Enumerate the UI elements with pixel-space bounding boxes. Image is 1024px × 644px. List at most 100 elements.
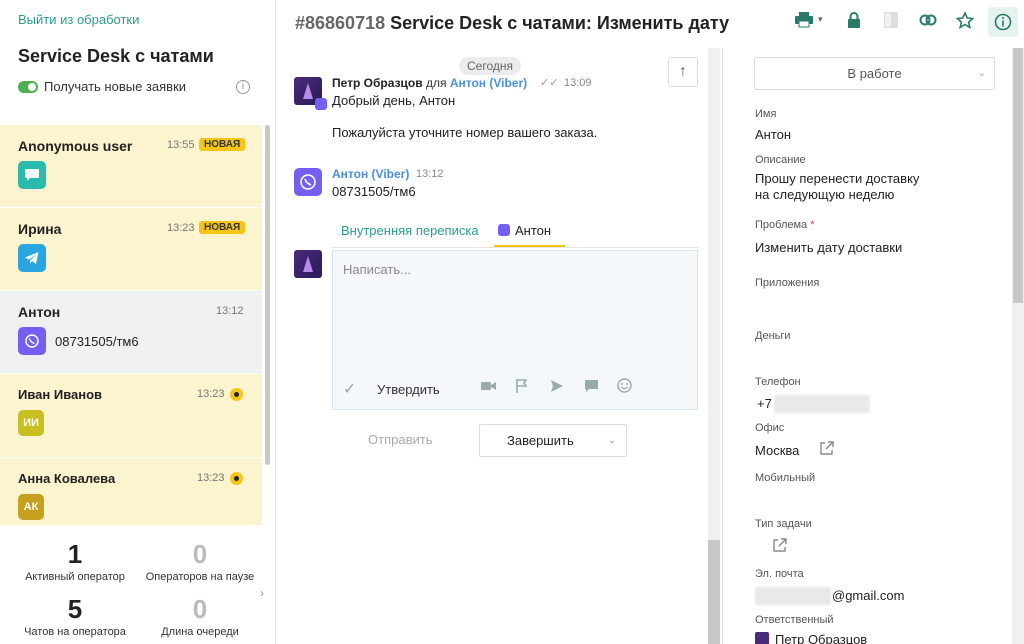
field-label-attachments: Приложения: [755, 277, 820, 289]
avatar: [755, 632, 769, 644]
print-icon[interactable]: [794, 12, 814, 33]
double-check-icon: ✓✓: [540, 77, 559, 89]
chevron-down-icon[interactable]: ⌄: [608, 425, 616, 456]
new-badge: НОВАЯ: [199, 138, 246, 151]
new-badge: НОВАЯ: [199, 221, 246, 234]
link-icon[interactable]: [919, 12, 937, 33]
message-text: 08731505/тм6: [332, 184, 416, 199]
field-label-phone: Телефон: [755, 376, 801, 388]
list-item[interactable]: Anonymous user 13:55 НОВАЯ: [0, 125, 262, 207]
flag-icon[interactable]: [515, 378, 529, 397]
field-label-office: Офис: [755, 422, 785, 434]
stat-label: Операторов на паузе: [145, 571, 255, 583]
date-separator: Сегодня: [459, 57, 521, 75]
info-icon[interactable]: i: [236, 80, 250, 94]
field-label-problem: Проблема *: [755, 219, 815, 231]
receive-new-tickets-row[interactable]: Получать новые заявки: [18, 79, 186, 94]
conversation-list: Anonymous user 13:55 НОВАЯ Ирина 13:23 Н…: [0, 125, 262, 525]
field-label-description: Описание: [755, 154, 806, 166]
info-panel-icon[interactable]: [988, 7, 1018, 37]
item-name: Антон: [18, 304, 61, 320]
send-button[interactable]: Отправить: [368, 432, 432, 447]
stat-label: Активный оператор: [25, 571, 125, 583]
field-label-responsible: Ответственный: [755, 614, 834, 626]
message-text: Добрый день, Антон: [332, 93, 456, 108]
external-link-icon[interactable]: [819, 441, 834, 459]
stat-chats-per-operator: 5 Чатов на оператора: [10, 595, 140, 638]
field-value-email[interactable]: @gmail.com: [832, 588, 904, 603]
comment-icon[interactable]: [584, 379, 599, 396]
service-desk-title: Service Desk с чатами: [18, 46, 214, 66]
list-item-selected[interactable]: Антон 13:12 08731505/тм6: [0, 291, 262, 373]
avatar: АК: [18, 494, 44, 520]
send-icon[interactable]: [550, 379, 564, 396]
chat-icon: [18, 161, 46, 189]
field-value-name[interactable]: Антон: [755, 127, 791, 142]
viber-icon: [315, 98, 327, 110]
item-time: 13:55: [167, 139, 195, 151]
field-value-phone[interactable]: +7: [757, 396, 772, 411]
message-time: 13:12: [416, 168, 444, 180]
status-select[interactable]: В работе ⌄: [754, 57, 995, 90]
stat-queue-length: 0 Длина очереди: [135, 595, 265, 638]
required-mark: *: [810, 219, 815, 231]
viber-icon: [18, 327, 46, 355]
approve-button[interactable]: Утвердить: [377, 382, 440, 397]
message-author: Петр Образцов: [332, 76, 423, 90]
ticket-title: Service Desk с чатами: Изменить дату: [390, 13, 730, 33]
finish-label: Завершить: [507, 433, 574, 448]
email-redacted: [755, 587, 831, 605]
field-value-description[interactable]: Прошу перенести доставку: [755, 171, 919, 186]
field-value-responsible[interactable]: Петр Образцов: [775, 632, 867, 644]
message-for: для: [425, 76, 447, 90]
message-author[interactable]: Антон (Viber): [332, 167, 409, 181]
receive-toggle[interactable]: [18, 80, 38, 93]
receive-toggle-label: Получать новые заявки: [44, 79, 187, 94]
list-item[interactable]: Анна Ковалева 13:23 АК: [0, 458, 262, 525]
field-label-name: Имя: [755, 108, 777, 120]
exit-processing-link[interactable]: Выйти из обработки: [18, 12, 139, 27]
operator-stats: 1 Активный оператор 0 Операторов на пауз…: [0, 530, 276, 644]
finish-button[interactable]: Завершить ⌄: [479, 424, 627, 457]
message-time: 13:09: [564, 77, 592, 89]
chat-scrollbar-thumb[interactable]: [708, 540, 720, 644]
external-link-icon[interactable]: [772, 538, 787, 556]
message-editor[interactable]: Написать... ✓ Утвердить: [332, 250, 698, 410]
scroll-up-button[interactable]: ↑: [668, 57, 698, 87]
star-icon[interactable]: [955, 11, 975, 34]
viber-icon: [498, 224, 510, 236]
item-name: Иван Иванов: [18, 387, 103, 402]
field-label-text: Проблема: [755, 219, 808, 231]
smile-icon[interactable]: [617, 378, 632, 396]
avatar: ИИ: [18, 410, 44, 436]
list-scrollbar[interactable]: [265, 125, 270, 465]
video-icon[interactable]: [481, 379, 497, 395]
unread-dot: [230, 472, 243, 485]
viber-icon: [294, 168, 322, 196]
chevron-down-icon[interactable]: ▾: [818, 14, 823, 25]
ticket-number: #86860718: [295, 13, 386, 33]
field-value-office[interactable]: Москва: [755, 443, 799, 458]
tab-internal[interactable]: Внутренняя переписка: [341, 223, 479, 238]
chevron-right-icon[interactable]: ›: [260, 586, 264, 600]
field-label-money: Деньги: [755, 330, 791, 342]
stat-label: Чатов на оператора: [24, 626, 126, 638]
item-time: 13:12: [216, 305, 244, 317]
stat-active-operators: 1 Активный оператор: [10, 540, 140, 583]
field-value-problem[interactable]: Изменить дату доставки: [755, 240, 902, 255]
panel-icon[interactable]: [884, 12, 898, 33]
status-value: В работе: [847, 66, 902, 81]
message-recipient[interactable]: Антон (Viber): [450, 76, 527, 90]
check-icon[interactable]: ✓: [343, 379, 356, 399]
item-last-message: 08731505/тм6: [55, 334, 139, 349]
field-value-description-line2[interactable]: на следующую неделю: [755, 187, 894, 202]
stat-value: 0: [192, 594, 208, 624]
details-scrollbar-thumb[interactable]: [1013, 48, 1023, 303]
message-text: Пожалуйста уточните номер вашего заказа.: [332, 125, 598, 140]
list-item[interactable]: Ирина 13:23 НОВАЯ: [0, 208, 262, 290]
tab-anton[interactable]: Антон: [494, 223, 566, 247]
stat-value: 1: [67, 539, 83, 569]
field-label-task-type: Тип задачи: [755, 518, 812, 530]
list-item[interactable]: Иван Иванов 13:23 ИИ: [0, 374, 262, 457]
lock-icon[interactable]: [847, 12, 861, 33]
